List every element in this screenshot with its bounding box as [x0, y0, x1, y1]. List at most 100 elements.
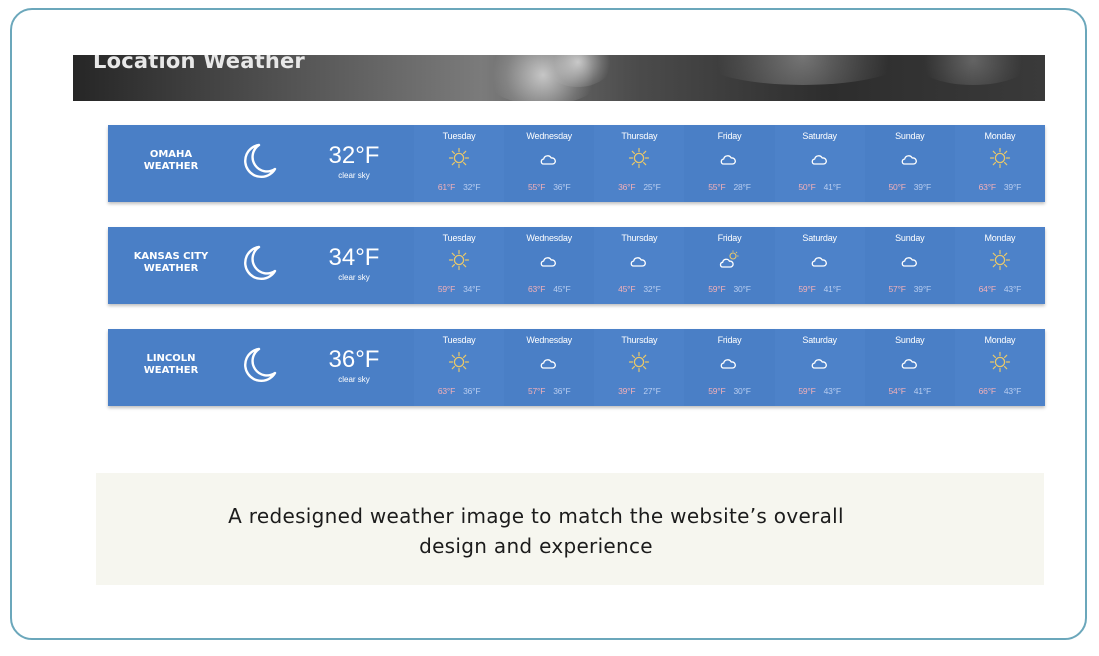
forecast-day-name: Thursday — [621, 131, 658, 141]
cloud-icon — [899, 351, 921, 373]
city-label: KANSAS CITY WEATHER — [126, 251, 216, 275]
caption-line-1: A redesigned weather image to match the … — [228, 504, 844, 528]
city-name: OMAHA — [149, 149, 193, 160]
cloud-icon — [809, 147, 831, 169]
forecast-temps: 55°F 28°F — [684, 182, 774, 192]
forecast-high: 36°F — [618, 182, 636, 192]
city-name: KANSAS CITY — [133, 251, 209, 262]
forecast-row: Tuesday 61°F 32°F Wednesday 55°F 36°F Thursday… — [414, 125, 1045, 202]
forecast-low: 43°F — [823, 386, 841, 396]
forecast-temps: 45°F 32°F — [594, 284, 684, 294]
cloud-icon — [538, 249, 560, 271]
forecast-low: 36°F — [553, 182, 571, 192]
forecast-low: 32°F — [463, 182, 481, 192]
forecast-day-name: Friday — [717, 233, 742, 243]
forecast-temps: 59°F 41°F — [775, 284, 865, 294]
forecast-day-name: Saturday — [802, 233, 837, 243]
forecast-low: 27°F — [643, 386, 661, 396]
forecast-temps: 63°F 39°F — [955, 182, 1045, 192]
sun-icon — [628, 147, 650, 169]
forecast-day-name: Saturday — [802, 335, 837, 345]
forecast-temps: 36°F 25°F — [594, 182, 684, 192]
cloud-icon — [538, 147, 560, 169]
sun-icon — [448, 249, 470, 271]
forecast-temps: 57°F 36°F — [504, 386, 594, 396]
forecast-temps: 63°F 36°F — [414, 386, 504, 396]
weather-strip: OMAHA WEATHER 32°F clear sky Tuesday 61°F 32°F… — [108, 125, 1045, 202]
forecast-day: Saturday 59°F 41°F — [774, 227, 865, 304]
forecast-low: 39°F — [1003, 182, 1022, 192]
forecast-row: Tuesday 59°F 34°F Wednesday 63°F 45°F Thursday… — [414, 227, 1045, 304]
forecast-day: Thursday 39°F 27°F — [594, 329, 685, 406]
forecast-high: 39°F — [618, 386, 636, 396]
city-suffix: WEATHER — [143, 161, 199, 172]
forecast-high: 63°F — [978, 182, 996, 192]
forecast-low: 45°F — [553, 284, 571, 294]
forecast-day: Wednesday 57°F 36°F — [504, 329, 595, 406]
forecast-high: 59°F — [798, 386, 816, 396]
forecast-high: 50°F — [888, 182, 906, 192]
cloud-icon — [538, 351, 560, 373]
forecast-high: 66°F — [978, 386, 996, 396]
cloud-icon — [809, 249, 831, 271]
forecast-day-name: Wednesday — [526, 233, 572, 243]
forecast-day-name: Sunday — [895, 131, 925, 141]
forecast-day-name: Friday — [717, 131, 742, 141]
forecast-high: 63°F — [437, 386, 456, 396]
forecast-high: 63°F — [527, 284, 546, 294]
forecast-day: Monday 64°F 43°F — [954, 227, 1045, 304]
banner-title: Location Weather — [93, 55, 305, 73]
current-temperature: 32°F — [328, 142, 380, 169]
forecast-low: 43°F — [1003, 284, 1022, 294]
cloud-icon — [809, 351, 831, 373]
forecast-day-name: Thursday — [621, 233, 658, 243]
forecast-low: 34°F — [463, 284, 481, 294]
forecast-day-name: Monday — [984, 131, 1016, 141]
forecast-day-name: Sunday — [895, 335, 925, 345]
sun-icon — [448, 351, 470, 373]
forecast-day: Sunday 54°F 41°F — [864, 329, 955, 406]
forecast-temps: 57°F 39°F — [865, 284, 955, 294]
forecast-day-name: Tuesday — [442, 131, 476, 141]
forecast-day: Tuesday 59°F 34°F — [414, 227, 505, 304]
moon-icon — [241, 345, 281, 385]
cloud-icon — [899, 147, 921, 169]
forecast-day-name: Wednesday — [526, 335, 572, 345]
forecast-high: 59°F — [437, 284, 456, 294]
forecast-low: 43°F — [1003, 386, 1022, 396]
forecast-temps: 50°F 41°F — [775, 182, 865, 192]
forecast-day-name: Monday — [984, 335, 1016, 345]
forecast-day: Thursday 45°F 32°F — [594, 227, 685, 304]
forecast-low: 41°F — [823, 182, 841, 192]
city-name: LINCOLN — [146, 353, 196, 364]
caption-text: A redesigned weather image to match the … — [96, 501, 976, 561]
forecast-day: Friday 55°F 28°F — [684, 125, 775, 202]
forecast-day: Tuesday 63°F 36°F — [414, 329, 505, 406]
cloud-icon — [628, 249, 650, 271]
caption-box: A redesigned weather image to match the … — [96, 473, 1044, 585]
forecast-temps: 59°F 43°F — [775, 386, 865, 396]
forecast-row: Tuesday 63°F 36°F Wednesday 57°F 36°F Thursday… — [414, 329, 1045, 406]
forecast-low: 41°F — [823, 284, 841, 294]
forecast-day: Wednesday 63°F 45°F — [504, 227, 595, 304]
forecast-low: 28°F — [733, 182, 751, 192]
forecast-high: 59°F — [708, 284, 726, 294]
forecast-low: 25°F — [643, 182, 661, 192]
sun-icon — [989, 249, 1011, 271]
caption-line-2: design and experience — [419, 534, 653, 558]
forecast-temps: 63°F 45°F — [504, 284, 594, 294]
forecast-high: 64°F — [978, 284, 996, 294]
forecast-temps: 66°F 43°F — [955, 386, 1045, 396]
sun-icon — [989, 351, 1011, 373]
forecast-low: 39°F — [913, 182, 932, 192]
forecast-low: 30°F — [733, 386, 751, 396]
forecast-high: 59°F — [708, 386, 726, 396]
sun-icon — [989, 147, 1011, 169]
sun-icon — [628, 351, 650, 373]
forecast-high: 55°F — [708, 182, 726, 192]
forecast-temps: 59°F 34°F — [414, 284, 504, 294]
cloud-icon — [718, 351, 740, 373]
weather-strip: KANSAS CITY WEATHER 34°F clear sky Tuesday 59… — [108, 227, 1045, 304]
moon-icon — [241, 141, 281, 181]
forecast-high: 50°F — [798, 182, 816, 192]
